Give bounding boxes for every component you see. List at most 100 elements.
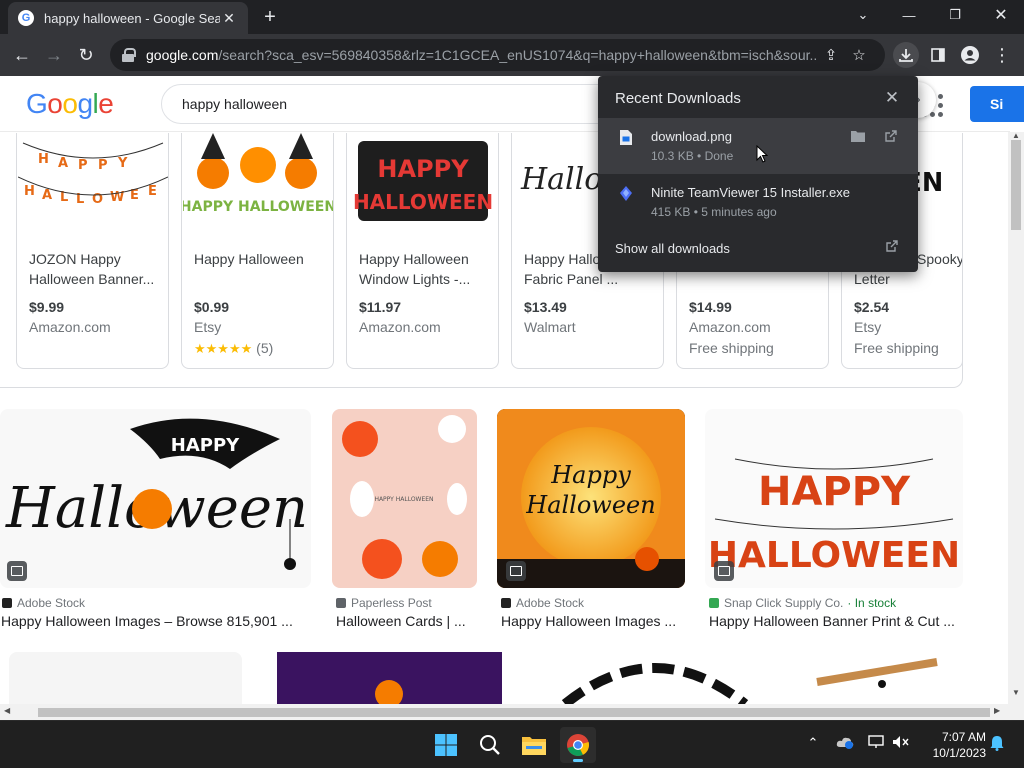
image-badge-icon xyxy=(7,561,27,581)
windows-start-icon[interactable] xyxy=(428,727,464,763)
downloads-close-icon[interactable]: ✕ xyxy=(882,88,902,108)
image-source[interactable]: Adobe Stock xyxy=(2,596,85,610)
scroll-right-arrow-icon[interactable]: ▶ xyxy=(994,706,1000,715)
scroll-up-arrow-icon[interactable]: ▲ xyxy=(1012,131,1020,140)
file-explorer-icon[interactable] xyxy=(516,727,552,763)
window-close-icon[interactable]: ✕ xyxy=(978,0,1024,30)
svg-text:HALLOWEEN: HALLOWEEN xyxy=(708,535,960,576)
volume-muted-icon[interactable] xyxy=(890,735,912,752)
forward-arrow-icon[interactable]: → xyxy=(41,42,67,68)
open-external-icon[interactable] xyxy=(881,130,901,150)
product-image: HAPPY HALLOWEEN xyxy=(182,133,333,233)
new-tab-button[interactable]: + xyxy=(258,6,282,30)
svg-text:HAPPY: HAPPY xyxy=(171,435,240,456)
reload-icon[interactable]: ↻ xyxy=(73,42,99,68)
profile-icon[interactable] xyxy=(957,42,983,68)
adobe-stock-favicon-icon xyxy=(2,598,12,608)
image-result[interactable]: HAPPY HALLOWEEN xyxy=(332,409,477,588)
chrome-menu-icon[interactable]: ⋮ xyxy=(989,42,1015,68)
clock-date: 10/1/2023 xyxy=(932,746,986,760)
image-result[interactable] xyxy=(277,652,502,704)
sign-in-button[interactable]: Si xyxy=(970,86,1024,122)
tab-close-icon[interactable]: ✕ xyxy=(220,10,238,27)
product-card[interactable]: HAPPY HALLOWEEN Happy Halloween Window L… xyxy=(346,133,499,369)
installer-file-icon xyxy=(620,186,632,201)
vertical-scrollbar[interactable]: ▲ ▼ xyxy=(1008,131,1024,720)
svg-text:A: A xyxy=(42,188,52,203)
product-card[interactable]: HAPPY HALLOWEE JOZON Happy Halloween Ban… xyxy=(16,133,169,369)
svg-text:Hallo: Hallo xyxy=(520,162,602,197)
image-result[interactable]: HAPPY Halloween xyxy=(0,409,311,588)
notification-bell-icon[interactable] xyxy=(986,735,1008,754)
image-result[interactable]: HAPPY HALLOWEEN xyxy=(705,409,963,588)
image-source[interactable]: Paperless Post xyxy=(336,596,432,610)
show-all-downloads-link[interactable]: Show all downloads xyxy=(615,241,730,256)
restore-icon[interactable]: ❐ xyxy=(932,0,978,30)
chrome-icon[interactable] xyxy=(560,727,596,763)
tab-search-chevron-icon[interactable]: ⌄ xyxy=(840,0,886,30)
download-filename: Ninite TeamViewer 15 Installer.exe xyxy=(651,185,850,200)
horizontal-scrollbar[interactable]: ◀ ▶ xyxy=(0,704,1008,720)
scrollbar-thumb[interactable] xyxy=(1011,140,1021,230)
product-title: Happy Halloween Window Lights -... xyxy=(359,251,471,287)
google-logo[interactable]: Google xyxy=(26,88,114,120)
image-result[interactable]: Happy Halloween xyxy=(497,409,685,588)
minimize-icon[interactable]: — xyxy=(886,0,932,30)
scrollbar-thumb[interactable] xyxy=(38,708,990,717)
image-badge-icon xyxy=(506,561,526,581)
product-store: Amazon.com xyxy=(689,319,771,335)
svg-text:HAPPY HALLOWEEN: HAPPY HALLOWEEN xyxy=(374,496,433,503)
side-panel-icon[interactable] xyxy=(925,42,951,68)
product-store: Amazon.com xyxy=(29,319,111,335)
browser-tab[interactable]: G happy halloween - Google Search ✕ xyxy=(8,2,248,34)
url-text[interactable]: google.com/search?sca_esv=569840358&rlz=… xyxy=(146,47,817,63)
image-source[interactable]: Snap Click Supply Co. · In stock xyxy=(709,596,896,610)
svg-text:P: P xyxy=(98,158,108,173)
product-rating: ★★★★★ (5) xyxy=(194,340,274,356)
show-in-folder-icon[interactable] xyxy=(848,130,868,150)
downloads-icon[interactable] xyxy=(893,42,919,68)
tray-chevron-up-icon[interactable]: ⌃ xyxy=(802,735,824,751)
lock-icon[interactable] xyxy=(122,48,136,62)
bookmark-star-icon[interactable]: ☆ xyxy=(845,46,873,64)
image-result[interactable] xyxy=(535,652,775,704)
clock-time: 7:07 AM xyxy=(941,730,986,744)
product-price: $2.54 xyxy=(854,299,890,315)
open-downloads-page-icon[interactable] xyxy=(882,240,902,256)
address-bar[interactable]: google.com/search?sca_esv=569840358&rlz=… xyxy=(110,39,885,71)
image-result[interactable] xyxy=(797,652,963,704)
image-title[interactable]: Happy Halloween Images ... xyxy=(501,613,686,629)
scroll-down-arrow-icon[interactable]: ▼ xyxy=(1012,688,1020,697)
image-result[interactable] xyxy=(9,652,242,704)
tab-strip: G happy halloween - Google Search ✕ + ⌄ … xyxy=(0,0,1024,34)
search-icon[interactable] xyxy=(472,727,508,763)
product-price: $0.99 xyxy=(194,299,230,315)
svg-text:A: A xyxy=(58,156,68,171)
share-icon[interactable]: ⇪ xyxy=(817,46,845,64)
onedrive-icon[interactable] xyxy=(834,735,856,752)
product-shipping: Free shipping xyxy=(689,340,774,356)
image-title[interactable]: Halloween Cards | ... xyxy=(336,613,481,629)
google-favicon-icon: G xyxy=(18,10,34,26)
back-arrow-icon[interactable]: ← xyxy=(9,42,35,68)
svg-text:Halloween: Halloween xyxy=(525,491,655,519)
download-filename: download.png xyxy=(651,129,732,144)
svg-text:Happy: Happy xyxy=(550,461,631,489)
svg-text:HAPPY HALLOWEEN: HAPPY HALLOWEEN xyxy=(183,199,333,215)
product-price: $11.97 xyxy=(359,299,402,315)
product-title: JOZON Happy Halloween Banner... xyxy=(29,251,155,287)
image-source[interactable]: Adobe Stock xyxy=(501,596,584,610)
product-shipping: Free shipping xyxy=(854,340,939,356)
image-title[interactable]: Happy Halloween Images – Browse 815,901 … xyxy=(1,613,306,629)
svg-text:HAPPY: HAPPY xyxy=(758,469,911,515)
download-item[interactable]: Ninite TeamViewer 15 Installer.exe 415 K… xyxy=(598,174,918,230)
product-store: Etsy xyxy=(854,319,882,335)
image-tag-icon xyxy=(714,561,734,581)
svg-text:E: E xyxy=(148,184,157,199)
scroll-left-arrow-icon[interactable]: ◀ xyxy=(4,706,10,715)
image-title[interactable]: Happy Halloween Banner Print & Cut ... xyxy=(709,613,963,629)
product-price: $14.99 xyxy=(689,299,732,315)
system-clock[interactable]: 7:07 AM 10/1/2023 xyxy=(920,729,986,761)
network-icon[interactable] xyxy=(866,735,888,752)
product-card[interactable]: HAPPY HALLOWEEN Happy Halloween $0.99 Et… xyxy=(181,133,334,369)
